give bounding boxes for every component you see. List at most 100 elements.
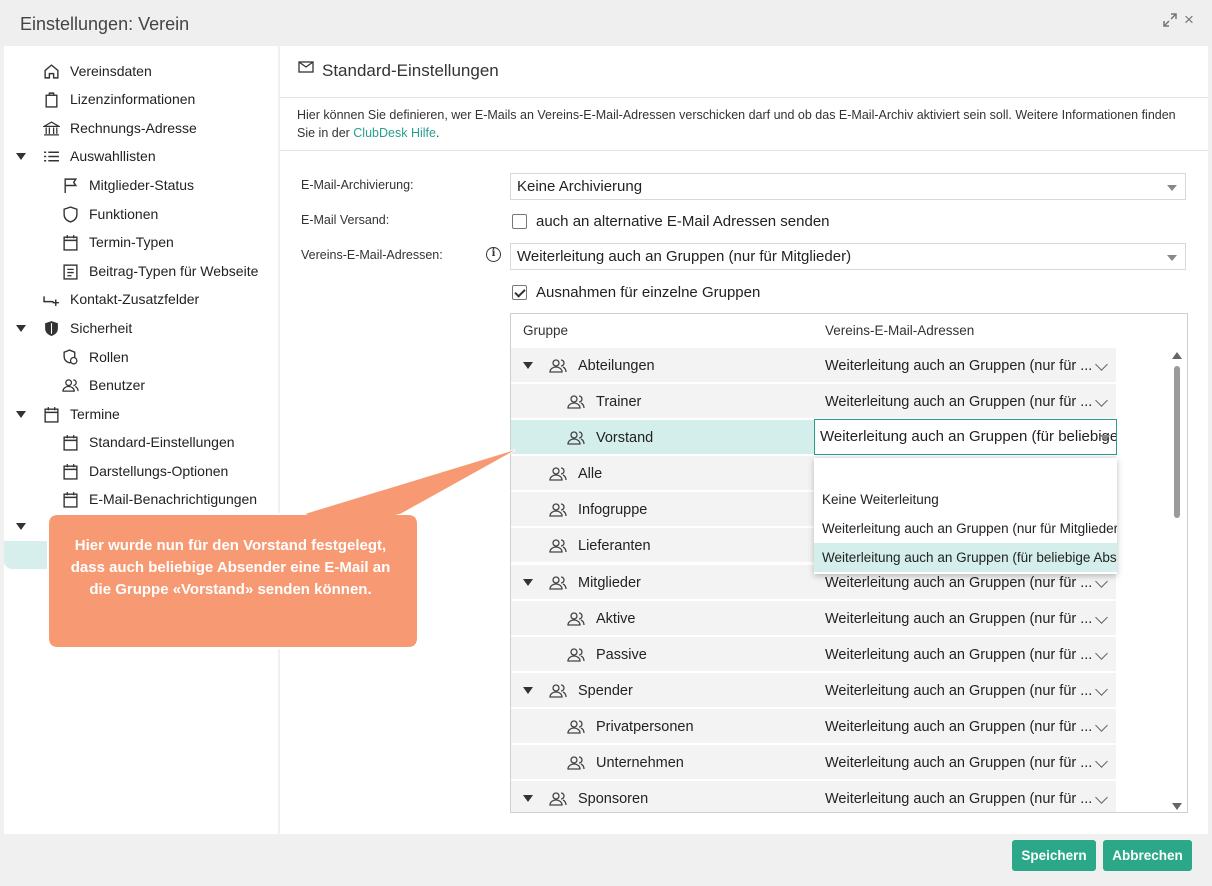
- bank-icon: [42, 119, 60, 137]
- settings-sidebar: Vereinsdaten Lizenzinformationen Rechnun…: [4, 46, 278, 834]
- row-value: Weiterleitung auch an Gruppen (nur für .…: [825, 719, 1093, 735]
- club-addresses-label: Vereins-E-Mail-Adressen:: [301, 248, 443, 262]
- table-row[interactable]: Unternehmen Weiterleitung auch an Gruppe…: [511, 745, 1116, 781]
- dropdown-option[interactable]: Keine Weiterleitung: [814, 485, 1117, 514]
- sidebar-item-auswahllisten[interactable]: Auswahllisten: [42, 144, 156, 168]
- panel-header: Standard-Einstellungen: [280, 46, 1208, 98]
- sidebar-item-label: Kontakt-Zusatzfelder: [70, 291, 200, 307]
- expand-triangle-icon[interactable]: [523, 579, 533, 586]
- column-header-group[interactable]: Gruppe: [523, 323, 568, 338]
- row-value: Weiterleitung auch an Gruppen (nur für .…: [825, 683, 1093, 699]
- sidebar-item-label: Rollen: [89, 349, 129, 365]
- scroll-down-icon[interactable]: [1172, 803, 1182, 810]
- expand-triangle-icon[interactable]: [523, 362, 533, 369]
- row-group-name: Passive: [596, 647, 647, 663]
- sending-checkbox-label: auch an alternative E-Mail Adressen send…: [536, 213, 830, 230]
- table-row[interactable]: Aktive Weiterleitung auch an Gruppen (nu…: [511, 601, 1116, 637]
- collapse-triangle-icon[interactable]: [16, 325, 26, 332]
- sidebar-item-label: Standard-Einstellungen: [89, 434, 235, 450]
- row-value-editor[interactable]: Weiterleitung auch an Gruppen (für belie…: [814, 419, 1117, 455]
- sidebar-item-label: Funktionen: [89, 206, 159, 222]
- save-button[interactable]: Speichern: [1012, 840, 1096, 871]
- sidebar-item-label: Darstellungs-Optionen: [89, 463, 229, 479]
- sidebar-item-label: E-Mail-Benachrichtigungen: [89, 491, 258, 507]
- row-group-name: Trainer: [596, 394, 642, 410]
- sidebar-item-rollen[interactable]: Rollen: [61, 345, 129, 369]
- close-icon[interactable]: ×: [1184, 10, 1194, 30]
- scroll-thumb[interactable]: [1174, 366, 1180, 518]
- window-titlebar: Einstellungen: Verein ×: [0, 0, 1212, 46]
- collapse-triangle-icon[interactable]: [16, 411, 26, 418]
- exceptions-checkbox-row[interactable]: Ausnahmen für einzelne Gruppen: [512, 284, 760, 301]
- field-add-icon: [42, 290, 60, 308]
- list-icon: [42, 147, 60, 165]
- collapse-triangle-icon[interactable]: [16, 153, 26, 160]
- sidebar-item-lizenzinformationen[interactable]: Lizenzinformationen: [42, 87, 195, 111]
- row-value: Weiterleitung auch an Gruppen (nur für .…: [825, 647, 1093, 663]
- sending-checkbox[interactable]: [512, 214, 527, 229]
- sidebar-item-email-benachrichtigungen[interactable]: E-Mail-Benachrichtigungen: [61, 487, 257, 511]
- dropdown-caret-icon: [1167, 255, 1177, 261]
- group-icon: [567, 394, 587, 410]
- calendar-icon: [61, 462, 79, 480]
- expand-triangle-icon[interactable]: [523, 795, 533, 802]
- scroll-up-icon[interactable]: [1172, 352, 1182, 359]
- expand-icon[interactable]: [1163, 13, 1177, 31]
- cancel-button[interactable]: Abbrechen: [1103, 840, 1192, 871]
- group-exceptions-grid: Gruppe Vereins-E-Mail-Adressen Abteilung…: [510, 313, 1188, 813]
- archiving-label: E-Mail-Archivierung:: [301, 178, 414, 192]
- table-row[interactable]: Passive Weiterleitung auch an Gruppen (n…: [511, 637, 1116, 673]
- table-row[interactable]: Privatpersonen Weiterleitung auch an Gru…: [511, 709, 1116, 745]
- sidebar-item-label: Lizenzinformationen: [70, 91, 196, 107]
- help-link[interactable]: ClubDesk Hilfe: [353, 126, 436, 140]
- table-row[interactable]: Trainer Weiterleitung auch an Gruppen (n…: [511, 384, 1116, 420]
- sidebar-item-benutzer[interactable]: Benutzer: [61, 373, 145, 397]
- sidebar-item-beitrag-typen[interactable]: Beitrag-Typen für Webseite: [61, 259, 258, 283]
- row-group-name: Lieferanten: [578, 538, 651, 554]
- dropdown-caret-icon: [1167, 185, 1177, 191]
- sidebar-item-termine-standard[interactable]: Standard-Einstellungen: [61, 430, 235, 454]
- sidebar-item-rechnungs-adresse[interactable]: Rechnungs-Adresse: [42, 116, 197, 140]
- sidebar-item-termine[interactable]: Termine: [42, 402, 120, 426]
- group-icon: [567, 430, 587, 446]
- sidebar-item-funktionen[interactable]: Funktionen: [61, 202, 158, 226]
- bag-icon: [42, 90, 60, 108]
- row-group-name: Mitglieder: [578, 575, 641, 591]
- table-row[interactable]: Sponsoren Weiterleitung auch an Gruppen …: [511, 781, 1116, 812]
- dropdown-option[interactable]: Weiterleitung auch an Gruppen (nur für M…: [814, 514, 1117, 543]
- users-icon: [61, 376, 79, 394]
- dropdown-option-highlighted[interactable]: Weiterleitung auch an Gruppen (für belie…: [814, 543, 1117, 572]
- row-value: Weiterleitung auch an Gruppen (nur für .…: [825, 358, 1093, 374]
- sidebar-item-label: Beitrag-Typen für Webseite: [89, 263, 259, 279]
- sidebar-item-darstellungs-optionen[interactable]: Darstellungs-Optionen: [61, 459, 228, 483]
- archiving-select[interactable]: Keine Archivierung: [510, 173, 1186, 200]
- expand-triangle-icon[interactable]: [523, 687, 533, 694]
- club-addresses-select[interactable]: Weiterleitung auch an Gruppen (nur für M…: [510, 243, 1186, 270]
- exceptions-checkbox[interactable]: [512, 285, 527, 300]
- sending-checkbox-row[interactable]: auch an alternative E-Mail Adressen send…: [512, 213, 830, 230]
- sidebar-item-sicherheit[interactable]: Sicherheit: [42, 316, 132, 340]
- row-value: Weiterleitung auch an Gruppen (nur für .…: [825, 394, 1093, 410]
- home-icon: [42, 62, 60, 80]
- sidebar-item-termin-typen[interactable]: Termin-Typen: [61, 230, 174, 254]
- row-value: Weiterleitung auch an Gruppen (nur für .…: [825, 575, 1093, 591]
- group-icon: [549, 683, 569, 699]
- grid-scrollbar[interactable]: [1169, 350, 1183, 812]
- calendar-icon: [42, 405, 60, 423]
- row-value: Weiterleitung auch an Gruppen (nur für .…: [825, 791, 1093, 807]
- info-icon[interactable]: i: [486, 247, 501, 262]
- sidebar-item-kontakt-zusatzfelder[interactable]: Kontakt-Zusatzfelder: [42, 287, 199, 311]
- table-row[interactable]: Abteilungen Weiterleitung auch an Gruppe…: [511, 348, 1116, 384]
- document-icon: [61, 262, 79, 280]
- group-icon: [549, 538, 569, 554]
- collapse-triangle-icon[interactable]: [16, 523, 26, 530]
- dropdown-option-empty[interactable]: [814, 458, 1117, 487]
- sidebar-item-label: Termine: [70, 406, 120, 422]
- group-icon: [549, 466, 569, 482]
- table-row[interactable]: Spender Weiterleitung auch an Gruppen (n…: [511, 673, 1116, 709]
- sidebar-item-mitglieder-status[interactable]: Mitglieder-Status: [61, 173, 194, 197]
- row-group-name: Unternehmen: [596, 755, 684, 771]
- sidebar-item-vereinsdaten[interactable]: Vereinsdaten: [42, 59, 152, 83]
- group-icon: [567, 611, 587, 627]
- column-header-addresses[interactable]: Vereins-E-Mail-Adressen: [825, 323, 974, 338]
